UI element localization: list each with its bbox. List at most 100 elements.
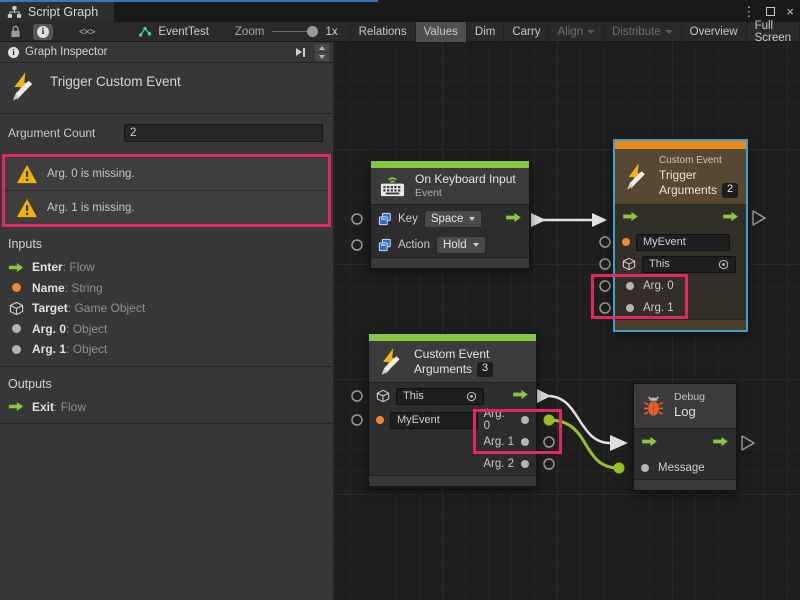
- spin-up-button[interactable]: [315, 44, 329, 52]
- object-port-icon: [12, 345, 21, 354]
- target-field[interactable]: This: [642, 256, 736, 273]
- node-footer: [371, 257, 529, 268]
- node-category: Debug: [674, 391, 705, 404]
- zoom-label: Zoom: [235, 26, 264, 38]
- port-row-arg1: Arg. 1Object: [0, 339, 333, 360]
- target-row: This: [369, 383, 536, 409]
- argument-count-input[interactable]: [124, 124, 323, 142]
- overview-button[interactable]: Overview: [681, 22, 746, 42]
- flow-arrow-icon: [512, 389, 529, 400]
- carry-button[interactable]: Carry: [503, 22, 548, 42]
- zoom-slider[interactable]: [272, 31, 312, 32]
- object-picker-icon[interactable]: [466, 391, 477, 402]
- lock-button[interactable]: [6, 24, 25, 40]
- key-label: Key: [398, 213, 418, 225]
- node-footer: [615, 319, 746, 330]
- warning-text: Arg. 1 is missing.: [47, 202, 135, 214]
- flow-output-port[interactable]: [722, 211, 739, 225]
- flow-input-port[interactable]: [622, 211, 639, 225]
- event-name-field[interactable]: MyEvent: [636, 234, 730, 251]
- annotation-box-event-args: [473, 409, 562, 454]
- warning-row: Arg. 1 is missing.: [5, 190, 328, 224]
- title-bar: Script Graph ⋮ ×: [0, 0, 800, 22]
- info-icon: i: [37, 26, 49, 38]
- argument-count-row: Argument Count: [0, 114, 333, 142]
- port-row-name: NameString: [0, 278, 333, 299]
- event-name-field[interactable]: MyEvent: [390, 412, 478, 429]
- info-icon: i: [8, 47, 19, 58]
- graph-asset-icon: [138, 25, 152, 38]
- close-icon[interactable]: ×: [786, 5, 794, 18]
- code-view-button[interactable]: <×>: [75, 24, 98, 40]
- node-title: On Keyboard Input: [415, 172, 516, 187]
- values-button[interactable]: Values: [415, 22, 466, 42]
- cube-icon[interactable]: [622, 257, 636, 271]
- node-footer: [369, 475, 536, 486]
- arg2-row: Arg. 2: [369, 453, 536, 475]
- relations-button[interactable]: Relations: [350, 22, 415, 42]
- node-on-keyboard-input[interactable]: On Keyboard Input Event Key Space: [370, 160, 530, 269]
- flow-arrow-icon: [8, 262, 24, 273]
- inspector-title: Graph Inspector: [25, 46, 107, 58]
- unity-visual-scripting-window: Script Graph ⋮ × i <×> EventTest: [0, 0, 800, 600]
- distribute-dropdown[interactable]: Distribute: [603, 22, 681, 42]
- node-header: Custom Event Trigger Arguments 2: [615, 149, 746, 205]
- flow-arrow-icon: [641, 436, 658, 447]
- warning-icon: [16, 164, 38, 184]
- dock-panel-button[interactable]: [296, 48, 306, 57]
- object-port-icon[interactable]: [641, 464, 649, 472]
- string-port-icon[interactable]: [376, 416, 384, 424]
- object-picker-icon[interactable]: [718, 259, 729, 270]
- inspected-node-title: Trigger Custom Event: [50, 74, 181, 89]
- flow-row: [615, 205, 746, 231]
- chevron-down-icon: [319, 55, 325, 59]
- node-header: Custom Event Arguments 3: [369, 341, 536, 383]
- align-dropdown[interactable]: Align: [548, 22, 603, 42]
- node-debug-log[interactable]: Debug Log Message: [633, 383, 737, 491]
- object-port-icon[interactable]: [521, 460, 529, 468]
- string-port-icon[interactable]: [622, 238, 630, 246]
- warning-row: Arg. 0 is missing.: [5, 157, 328, 190]
- inputs-header: Inputs: [0, 227, 333, 257]
- custom-event-icon: [377, 347, 405, 377]
- window-menu-icon[interactable]: ⋮: [742, 5, 755, 18]
- argument-count-label: Argument Count: [8, 126, 116, 140]
- flow-output-port[interactable]: [505, 212, 522, 226]
- wire-keyboard-to-trigger: [531, 213, 607, 227]
- action-row: Action Hold: [371, 233, 529, 257]
- graph-view-buttons: Relations Values Dim Carry Align Distrib…: [350, 22, 800, 42]
- spin-down-button[interactable]: [315, 53, 329, 61]
- string-port-icon: [12, 283, 21, 292]
- message-label: Message: [658, 462, 705, 474]
- inspector-toggle-button[interactable]: i: [33, 24, 53, 40]
- annotation-box-trigger-args: [591, 274, 688, 319]
- chevron-down-icon: [665, 30, 673, 34]
- flow-arrow-icon: [622, 211, 639, 222]
- cube-icon[interactable]: [376, 389, 390, 403]
- graph-canvas[interactable]: On Keyboard Input Event Key Space: [335, 42, 800, 600]
- tab-script-graph[interactable]: Script Graph: [0, 2, 114, 22]
- arguments-label: Arguments: [659, 183, 717, 198]
- target-field[interactable]: This: [396, 388, 484, 405]
- flow-input-port[interactable]: [641, 436, 658, 450]
- cube-icon: [9, 301, 24, 316]
- chevron-down-icon: [587, 30, 595, 34]
- node-header: Debug Log: [634, 384, 736, 429]
- action-dropdown[interactable]: Hold: [436, 236, 486, 254]
- chevron-up-icon: [319, 46, 325, 50]
- node-subtitle: Event: [415, 187, 516, 200]
- flow-output-port[interactable]: [712, 436, 729, 450]
- fullscreen-button[interactable]: Full Screen: [746, 22, 800, 42]
- arg2-output: Arg. 2: [483, 458, 529, 470]
- outputs-header: Outputs: [0, 367, 333, 397]
- dim-button[interactable]: Dim: [466, 22, 503, 42]
- maximize-icon[interactable]: [766, 7, 775, 16]
- flow-output-port[interactable]: [512, 389, 529, 403]
- node-title: Trigger: [659, 168, 738, 183]
- event-node-colorbar: [369, 334, 536, 341]
- key-dropdown[interactable]: Space: [424, 210, 483, 228]
- breadcrumb[interactable]: EventTest: [138, 25, 209, 38]
- zoom-slider-handle[interactable]: [307, 26, 318, 37]
- node-category: Custom Event: [659, 155, 738, 168]
- panel-spinner: [315, 44, 329, 61]
